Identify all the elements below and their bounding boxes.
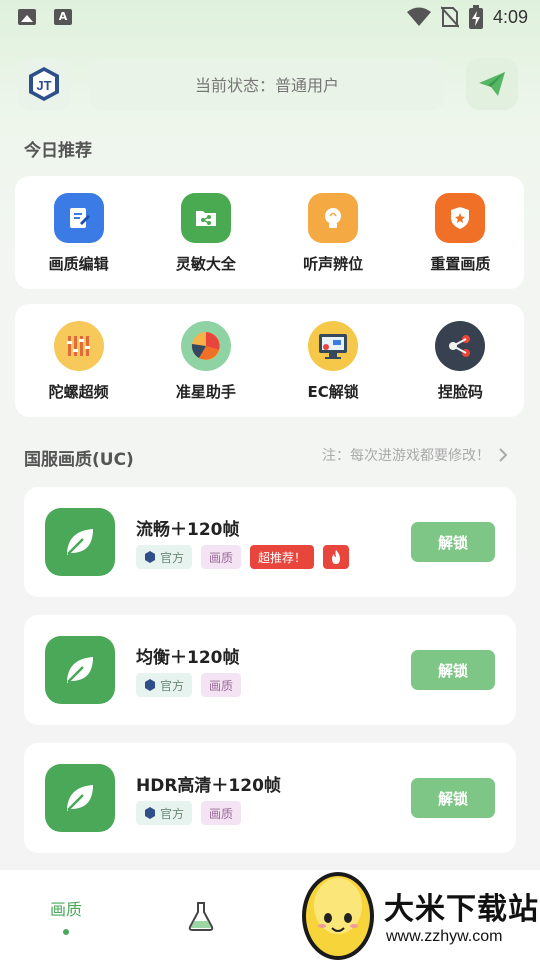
tool-quality-edit[interactable]: 画质编辑 [24, 193, 134, 274]
leaf-icon [45, 764, 115, 832]
recommend-card-2: 陀螺超频 准星助手 EC解锁 捏脸码 [15, 304, 524, 417]
image-icon [18, 9, 36, 25]
tool-label: 捏脸码 [437, 383, 483, 401]
item-title: 均衡＋120帧 [136, 648, 240, 668]
section-title-today: 今日推荐 [24, 141, 92, 161]
top-bar: JT 当前状态：普通用户 [18, 58, 518, 112]
tool-label: EC解锁 [307, 383, 359, 401]
monitor-icon [308, 321, 359, 371]
note-text: 注：每次进游戏都要修改！ [322, 448, 490, 464]
wifi-icon [406, 7, 431, 26]
status-bar: A 4:09 [0, 0, 540, 36]
a-icon: A [54, 9, 72, 25]
tool-label: 准星助手 [175, 383, 236, 401]
active-indicator [63, 929, 69, 935]
tag-list: 官方 画质 [136, 801, 242, 825]
tool-gyro-overclock[interactable]: 陀螺超频 [24, 321, 134, 402]
leaf-icon [45, 508, 115, 576]
svg-text:JT: JT [36, 78, 51, 93]
sliders-icon [53, 321, 104, 371]
send-button[interactable] [466, 58, 518, 110]
logo-icon: JT [29, 67, 59, 101]
tool-reset-quality[interactable]: 重置画质 [405, 193, 515, 274]
share-icon [435, 321, 486, 371]
tag-list: 官方 画质 超推荐！ [136, 545, 350, 569]
tool-sound-locate[interactable]: 听声辨位 [278, 193, 388, 274]
tag-official: 官方 [136, 801, 193, 825]
tool-label: 听声辨位 [303, 255, 364, 273]
bulb-icon [308, 193, 359, 243]
tool-ec-unlock[interactable]: EC解锁 [278, 321, 388, 402]
nav-tab-lab[interactable] [186, 900, 216, 936]
pie-chart-icon [180, 321, 231, 371]
unlock-button[interactable]: 解锁 [411, 778, 495, 818]
send-icon [479, 72, 505, 96]
no-sim-icon [440, 6, 459, 28]
tool-label: 陀螺超频 [48, 383, 109, 401]
tool-label: 重置画质 [430, 255, 491, 273]
quality-item-smooth[interactable]: 流畅＋120帧 官方 画质 超推荐！ 解锁 [24, 487, 516, 597]
share-folder-icon [180, 193, 231, 243]
status-display: 当前状态：普通用户 [90, 58, 444, 110]
official-logo-icon [145, 679, 155, 691]
section-title-cn-quality: 国服画质(UC) [24, 450, 134, 470]
watermark-name: 大米下载站 [384, 892, 539, 927]
quality-item-hdr[interactable]: HDR高清＋120帧 官方 画质 解锁 [24, 743, 516, 853]
tool-label: 画质编辑 [48, 255, 109, 273]
tool-face-code[interactable]: 捏脸码 [405, 321, 515, 402]
tag-quality: 画质 [201, 801, 242, 825]
nav-tab-label: 画质 [50, 900, 83, 919]
official-logo-icon [145, 551, 155, 563]
unlock-button[interactable]: 解锁 [411, 650, 495, 690]
item-title: HDR高清＋120帧 [136, 776, 281, 796]
shield-star-icon [435, 193, 486, 243]
watermark-url: www.zzhyw.com [386, 928, 503, 945]
note-link[interactable]: 注：每次进游戏都要修改！ [322, 445, 508, 465]
tag-official: 官方 [136, 673, 193, 697]
tool-crosshair[interactable]: 准星助手 [151, 321, 261, 402]
chevron-right-icon [499, 448, 508, 462]
tag-list: 官方 画质 [136, 673, 242, 697]
flask-icon [188, 902, 214, 931]
tool-sensitivity[interactable]: 灵敏大全 [151, 193, 261, 274]
battery-charging-icon [468, 5, 483, 29]
leaf-icon [45, 636, 115, 704]
quality-item-balanced[interactable]: 均衡＋120帧 官方 画质 解锁 [24, 615, 516, 725]
nav-tab-quality[interactable]: 画质 [50, 896, 82, 935]
edit-doc-icon [53, 193, 104, 243]
tag-quality: 画质 [201, 545, 242, 569]
watermark: 大米下载站 www.zzhyw.com [296, 858, 540, 960]
tag-official: 官方 [136, 545, 193, 569]
tag-quality: 画质 [201, 673, 242, 697]
tool-label: 灵敏大全 [175, 255, 236, 273]
clock: 4:09 [492, 6, 528, 27]
item-title: 流畅＋120帧 [136, 520, 240, 540]
tag-recommend: 超推荐！ [250, 545, 315, 569]
app-logo[interactable]: JT [18, 58, 70, 110]
fire-icon [323, 545, 350, 569]
unlock-button[interactable]: 解锁 [411, 522, 495, 562]
official-logo-icon [145, 807, 155, 819]
recommend-card-1: 画质编辑 灵敏大全 听声辨位 重置画质 [15, 176, 524, 289]
egg-mascot-logo [302, 872, 374, 960]
